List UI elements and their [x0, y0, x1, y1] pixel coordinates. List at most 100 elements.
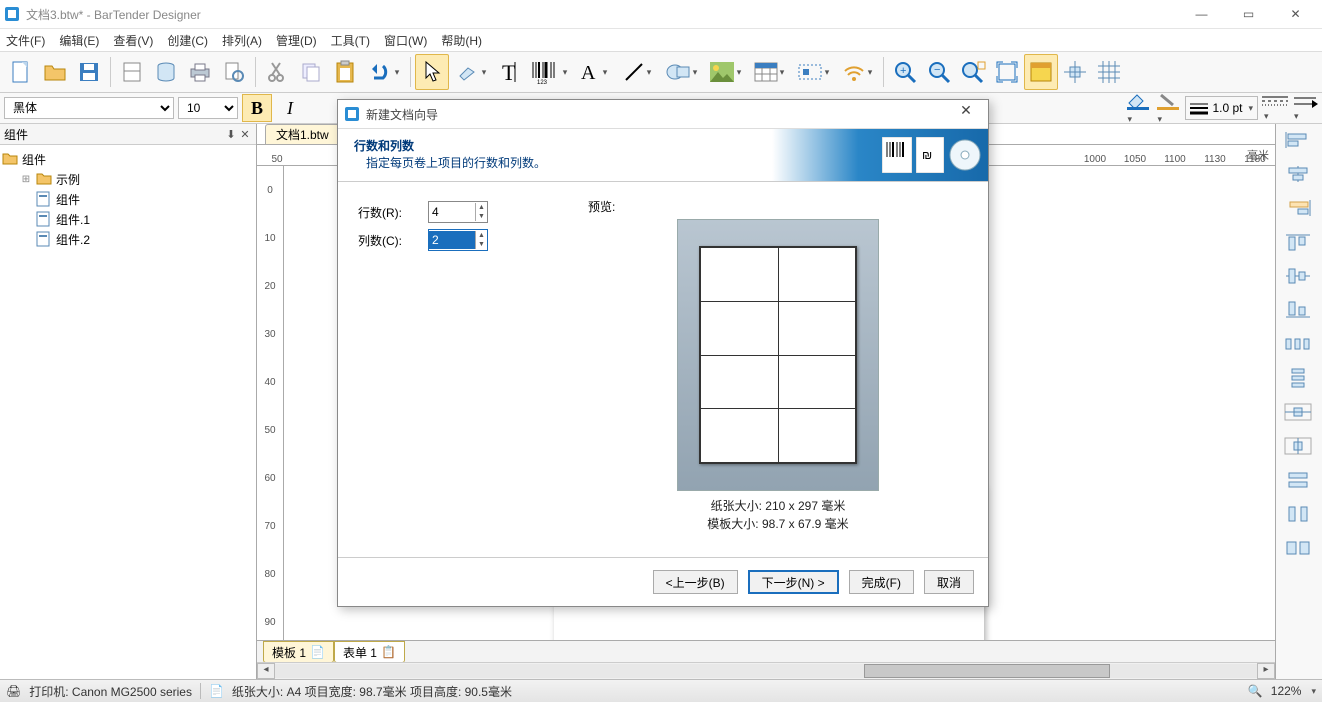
- cols-up-icon[interactable]: ▲: [476, 231, 487, 240]
- text-object-button[interactable]: A▾: [571, 54, 615, 90]
- menu-manage[interactable]: 管理(D): [276, 32, 317, 49]
- distribute-h-icon[interactable]: [1283, 334, 1315, 358]
- line-tool-button[interactable]: ▾: [615, 54, 659, 90]
- panel-header: 组件 ⬇ ✕: [0, 124, 256, 145]
- back-button[interactable]: <上一步(B): [653, 570, 738, 594]
- rfid-tool-button[interactable]: ▾: [835, 54, 879, 90]
- same-height-icon[interactable]: [1283, 504, 1315, 528]
- line-weight-select[interactable]: 1.0 pt▾: [1185, 96, 1258, 120]
- same-size-icon[interactable]: [1283, 538, 1315, 562]
- tree-item-component-2[interactable]: 组件.2: [2, 229, 254, 249]
- menu-help[interactable]: 帮助(H): [441, 32, 482, 49]
- copy-button[interactable]: [294, 54, 328, 90]
- dialog-header: 行数和列数 指定每页卷上项目的行数和列数。 ₪: [338, 128, 988, 182]
- align-right-icon[interactable]: [1283, 198, 1315, 222]
- zoom-dropdown-icon[interactable]: ▾: [1311, 686, 1316, 697]
- zoom-fit-button[interactable]: [956, 54, 990, 90]
- expand-icon[interactable]: ⊞: [20, 174, 32, 185]
- scroll-left-icon[interactable]: ◂: [257, 663, 275, 679]
- next-button[interactable]: 下一步(N) >: [748, 570, 839, 594]
- menu-create[interactable]: 创建(C): [167, 32, 208, 49]
- cut-button[interactable]: [260, 54, 294, 90]
- pin-icon[interactable]: ⬇: [224, 128, 238, 141]
- line-end-button[interactable]: ▾: [1292, 94, 1318, 122]
- new-doc-button[interactable]: [4, 54, 38, 90]
- align-left-icon[interactable]: [1283, 130, 1315, 154]
- cols-input[interactable]: [429, 231, 475, 249]
- menu-arrange[interactable]: 排列(A): [222, 32, 262, 49]
- rows-down-icon[interactable]: ▼: [476, 212, 487, 221]
- minimize-button[interactable]: —: [1179, 1, 1224, 27]
- cols-down-icon[interactable]: ▼: [476, 240, 487, 249]
- distribute-v-icon[interactable]: [1283, 368, 1315, 392]
- font-size-select[interactable]: 10: [178, 97, 238, 119]
- rows-input[interactable]: [429, 203, 475, 221]
- encoder-tool-button[interactable]: ▾: [791, 54, 835, 90]
- dialog-title: 新建文档向导: [366, 106, 438, 123]
- bold-button[interactable]: B: [242, 94, 272, 122]
- tab-template[interactable]: 模板 1📄: [263, 641, 334, 663]
- text-tool-button[interactable]: T: [493, 54, 527, 90]
- horizontal-scrollbar[interactable]: ◂ ▸: [257, 662, 1275, 679]
- same-width-icon[interactable]: [1283, 470, 1315, 494]
- line-style-button[interactable]: ▾: [1262, 94, 1288, 122]
- menu-file[interactable]: 文件(F): [6, 32, 45, 49]
- tree-item-component-1[interactable]: 组件.1: [2, 209, 254, 229]
- italic-button[interactable]: I: [276, 95, 304, 121]
- line-weight-value: 1.0 pt: [1212, 101, 1242, 115]
- save-button[interactable]: [72, 54, 106, 90]
- fill-color-button[interactable]: ▾: [1125, 91, 1151, 125]
- table-tool-button[interactable]: ▾: [747, 54, 791, 90]
- line-color-button[interactable]: ▾: [1155, 91, 1181, 125]
- shape-tool-button[interactable]: ▾: [659, 54, 703, 90]
- view-mode-button[interactable]: [1024, 54, 1058, 90]
- paste-button[interactable]: [328, 54, 362, 90]
- font-select[interactable]: 黑体: [4, 97, 174, 119]
- cancel-button[interactable]: 取消: [924, 570, 974, 594]
- grid-button[interactable]: [1092, 54, 1126, 90]
- picture-tool-button[interactable]: ▾: [703, 54, 747, 90]
- tab-form[interactable]: 表单 1📋: [334, 641, 405, 663]
- rows-up-icon[interactable]: ▲: [476, 203, 487, 212]
- tree-root[interactable]: 组件: [2, 149, 254, 169]
- scroll-thumb[interactable]: [864, 664, 1110, 678]
- scroll-right-icon[interactable]: ▸: [1257, 663, 1275, 679]
- database-button[interactable]: [149, 54, 183, 90]
- align-middle-icon[interactable]: [1283, 266, 1315, 290]
- tree-item-example[interactable]: ⊞ 示例: [2, 169, 254, 189]
- zoom-in-button[interactable]: +: [888, 54, 922, 90]
- align-top-icon[interactable]: [1283, 232, 1315, 256]
- zoom-icon[interactable]: 🔍: [1248, 684, 1263, 698]
- menu-view[interactable]: 查看(V): [113, 32, 153, 49]
- panel-close-icon[interactable]: ✕: [238, 128, 252, 141]
- doc-tab[interactable]: 文档1.btw: [265, 124, 340, 144]
- close-button[interactable]: ✕: [1273, 1, 1318, 27]
- center-in-label-v-icon[interactable]: [1283, 436, 1315, 460]
- align-bottom-icon[interactable]: [1283, 300, 1315, 324]
- center-in-label-h-icon[interactable]: [1283, 402, 1315, 426]
- barcode-tool-button[interactable]: 123▾: [527, 54, 571, 90]
- svg-text:123: 123: [537, 80, 548, 84]
- printer-icon: 🖨: [6, 684, 21, 698]
- snap-button[interactable]: [1058, 54, 1092, 90]
- rows-spinner[interactable]: ▲▼: [428, 201, 488, 223]
- menu-window[interactable]: 窗口(W): [384, 32, 427, 49]
- page-setup-button[interactable]: [115, 54, 149, 90]
- menu-edit[interactable]: 编辑(E): [59, 32, 99, 49]
- finish-button[interactable]: 完成(F): [849, 570, 914, 594]
- menu-tools[interactable]: 工具(T): [331, 32, 370, 49]
- dialog-close-button[interactable]: ✕: [950, 102, 982, 126]
- undo-button[interactable]: ▾: [362, 54, 406, 90]
- tree-item-component[interactable]: 组件: [2, 189, 254, 209]
- open-button[interactable]: [38, 54, 72, 90]
- fit-to-window-button[interactable]: [990, 54, 1024, 90]
- zoom-out-button[interactable]: −: [922, 54, 956, 90]
- cols-spinner[interactable]: ▲▼: [428, 229, 488, 251]
- maximize-button[interactable]: ▭: [1226, 1, 1271, 27]
- format-painter-button[interactable]: ▾: [449, 54, 493, 90]
- print-button[interactable]: [183, 54, 217, 90]
- alignment-panel: [1275, 124, 1322, 679]
- pointer-tool-button[interactable]: [415, 54, 449, 90]
- print-preview-button[interactable]: [217, 54, 251, 90]
- align-center-h-icon[interactable]: [1283, 164, 1315, 188]
